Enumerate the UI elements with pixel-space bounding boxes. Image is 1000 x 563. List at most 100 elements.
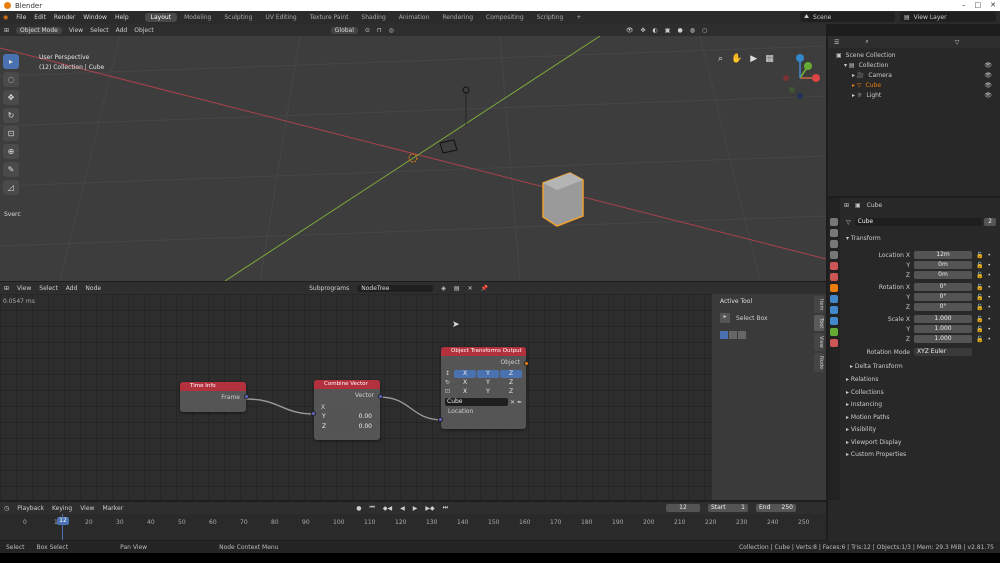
prev-key-icon[interactable]: ◆◀ xyxy=(383,505,392,512)
new-tree-icon[interactable]: ▤ xyxy=(454,285,460,292)
add-menu[interactable]: Add xyxy=(116,27,128,34)
object-name-field[interactable]: Cube xyxy=(854,218,982,226)
measure-tool-icon[interactable]: ◿ xyxy=(3,180,19,195)
props-section[interactable]: ▸ Viewport Display xyxy=(846,439,901,446)
keyframe-dot-icon[interactable]: • xyxy=(987,304,991,311)
menu-window[interactable]: Window xyxy=(83,14,107,21)
tab-uv-editing[interactable]: UV Editing xyxy=(259,13,302,22)
proportional-icon[interactable]: ◎ xyxy=(389,27,394,34)
transform-tool-icon[interactable]: ⊕ xyxy=(3,144,19,159)
snap-icon[interactable]: ⊓ xyxy=(377,27,382,34)
filter-icon[interactable]: ▽ xyxy=(955,39,960,46)
mode-extend-icon[interactable] xyxy=(729,331,737,339)
transform-value-field[interactable]: 0° xyxy=(914,303,972,311)
tab-rendering[interactable]: Rendering xyxy=(436,13,479,22)
rot-z-toggle[interactable]: Z xyxy=(500,379,522,387)
transform-value-field[interactable]: 0m xyxy=(914,261,972,269)
props-section[interactable]: ▸ Motion Paths xyxy=(846,414,889,421)
keyframe-dot-icon[interactable]: • xyxy=(987,272,991,279)
lock-icon[interactable]: 🔓 xyxy=(976,252,983,259)
pin-icon[interactable]: 📌 xyxy=(481,285,488,292)
delta-transform-panel[interactable]: ▸ Delta Transform xyxy=(850,363,903,370)
tab-modeling[interactable]: Modeling xyxy=(178,13,217,22)
props-editor-icon[interactable]: ⊞ xyxy=(844,202,849,209)
rot-y-toggle[interactable]: Y xyxy=(477,379,499,387)
object-field[interactable]: Cube xyxy=(445,398,508,406)
transform-panel-header[interactable]: ▾ Transform xyxy=(846,235,881,242)
node-node-menu[interactable]: Node xyxy=(85,285,101,292)
playhead-frame-label[interactable]: 12 xyxy=(57,517,69,525)
keyframe-dot-icon[interactable]: • xyxy=(987,262,991,269)
outliner-type-icon[interactable]: ☰ xyxy=(834,39,839,46)
node-object-transforms-output[interactable]: Object Transforms Output Object ↕ X Y Z … xyxy=(438,347,529,429)
jump-start-icon[interactable]: ⏮ xyxy=(369,504,374,512)
timeline-ruler[interactable]: 0102030405060708090100110120130140150160… xyxy=(0,514,826,540)
transform-value-field[interactable]: 12m xyxy=(914,251,972,259)
play-reverse-icon[interactable]: ◀ xyxy=(400,505,405,512)
maximize-button[interactable]: □ xyxy=(975,1,982,9)
tab-sculpting[interactable]: Sculpting xyxy=(218,13,258,22)
node-editor-type-icon[interactable]: ⊞ xyxy=(4,285,9,292)
menu-help[interactable]: Help xyxy=(115,14,129,21)
object-props-icon[interactable] xyxy=(830,284,838,292)
lock-icon[interactable]: 🔓 xyxy=(976,262,983,269)
rot-x-toggle[interactable]: X xyxy=(454,379,476,387)
transform-value-field[interactable]: 1.000 xyxy=(914,325,972,333)
lock-icon[interactable]: 🔓 xyxy=(976,316,983,323)
lock-icon[interactable]: 🔓 xyxy=(976,284,983,291)
gizmo-icon[interactable]: ✥ xyxy=(641,27,646,34)
props-section[interactable]: ▸ Instancing xyxy=(846,401,882,408)
mode-subtract-icon[interactable] xyxy=(738,331,746,339)
object-socket[interactable] xyxy=(524,361,529,366)
physics-props-icon[interactable] xyxy=(830,317,838,325)
select-menu[interactable]: Select xyxy=(90,27,109,34)
node-add-menu[interactable]: Add xyxy=(66,285,78,292)
next-key-icon[interactable]: ▶◆ xyxy=(425,505,434,512)
move-tool-icon[interactable]: ✥ xyxy=(3,90,19,105)
subprograms-menu[interactable]: Subprograms xyxy=(309,285,349,292)
keyframe-dot-icon[interactable]: • xyxy=(987,336,991,343)
frame-socket[interactable] xyxy=(244,394,249,399)
x-socket[interactable] xyxy=(311,411,316,416)
shading-solid-icon[interactable]: ● xyxy=(677,27,682,34)
loc-z-toggle[interactable]: Z xyxy=(500,370,522,378)
annotate-tool-icon[interactable]: ✎ xyxy=(3,162,19,177)
menu-edit[interactable]: Edit xyxy=(34,14,46,21)
scale-z-toggle[interactable]: Z xyxy=(500,388,522,396)
material-props-icon[interactable] xyxy=(830,339,838,347)
select-tool-icon[interactable]: ▸ xyxy=(3,54,19,69)
jump-end-icon[interactable]: ⏭ xyxy=(443,504,448,512)
lock-icon[interactable]: 🔓 xyxy=(976,294,983,301)
tab-texture-paint[interactable]: Texture Paint xyxy=(304,13,355,22)
tab-animation[interactable]: Animation xyxy=(393,13,436,22)
props-section[interactable]: ▸ Collections xyxy=(846,389,884,396)
keyframe-dot-icon[interactable]: • xyxy=(987,316,991,323)
modifier-props-icon[interactable] xyxy=(830,295,838,303)
clear-object-icon[interactable]: ✕ xyxy=(510,399,515,406)
node-view-menu[interactable]: View xyxy=(17,285,31,292)
lock-icon[interactable]: 🔓 xyxy=(976,336,983,343)
transform-value-field[interactable]: 0m xyxy=(914,271,972,279)
camera-view-icon[interactable]: ▶ xyxy=(750,54,757,64)
node-combine-vector[interactable]: Combine Vector Vector X Y 0.00 Z 0.00 xyxy=(311,380,383,440)
grid-view-icon[interactable]: ▦ xyxy=(765,54,774,64)
lock-icon[interactable]: 🔓 xyxy=(976,326,983,333)
add-workspace-button[interactable]: + xyxy=(570,13,587,22)
eye-icon[interactable]: 👁 xyxy=(984,92,992,99)
visibility-icon[interactable]: 👁 xyxy=(626,27,634,34)
vector-socket[interactable] xyxy=(378,394,383,399)
node-select-menu[interactable]: Select xyxy=(39,285,58,292)
z-field[interactable]: Z 0.00 xyxy=(318,423,376,431)
start-frame-field[interactable]: Start 1 xyxy=(707,504,748,512)
pivot-icon[interactable]: ⊙ xyxy=(365,27,370,34)
record-icon[interactable]: ● xyxy=(356,505,361,512)
output-props-icon[interactable] xyxy=(830,240,838,248)
outliner-scene-collection[interactable]: ▣ Scene Collection xyxy=(836,50,992,60)
props-section[interactable]: ▸ Custom Properties xyxy=(846,451,906,458)
current-frame-field[interactable]: 12 xyxy=(665,504,700,512)
node-canvas[interactable]: 0.0547 ms ➤ Time Info Frame Combine Vect… xyxy=(0,294,712,500)
transform-value-field[interactable]: 1.000 xyxy=(914,335,972,343)
eye-icon[interactable]: 👁 xyxy=(984,72,992,79)
tab-layout[interactable]: Layout xyxy=(144,13,178,22)
outliner-item-collection[interactable]: ▾ ▤ Collection 👁 xyxy=(836,60,992,70)
